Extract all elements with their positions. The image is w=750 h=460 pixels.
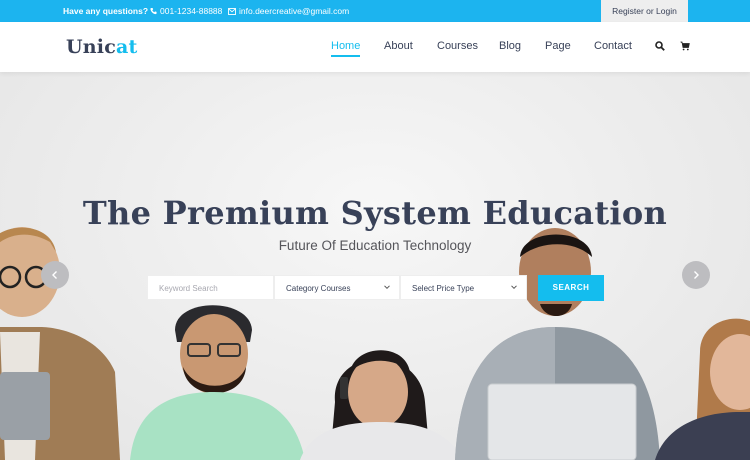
slider-prev-button[interactable]	[41, 261, 69, 289]
category-select-value: Category Courses	[286, 284, 351, 293]
search-icon[interactable]	[655, 40, 665, 52]
chevron-left-icon	[52, 271, 57, 279]
student-3	[300, 350, 462, 460]
nav-blog[interactable]: Blog	[499, 40, 521, 52]
student-4	[455, 228, 660, 460]
price-type-select-value: Select Price Type	[412, 284, 475, 293]
hero-students-image	[0, 227, 750, 460]
register-login-button[interactable]: Register or Login	[601, 0, 688, 22]
topbar-question: Have any questions?	[63, 6, 149, 16]
site-logo[interactable]: Unicat	[66, 36, 137, 58]
topbar-email[interactable]: info.deercreative@gmail.com	[228, 6, 349, 16]
logo-main-text: Unic	[66, 36, 116, 58]
chevron-down-icon	[384, 285, 390, 290]
top-bar: Have any questions? 001-1234-88888 info.…	[0, 0, 750, 22]
price-type-select[interactable]: Select Price Type	[400, 275, 527, 300]
phone-icon	[150, 7, 157, 15]
logo-accent-text: at	[115, 36, 138, 58]
student-5	[655, 318, 750, 460]
topbar-phone-text: 001-1234-88888	[160, 6, 223, 16]
chevron-down-icon	[511, 285, 517, 290]
nav-courses[interactable]: Courses	[437, 40, 478, 52]
hero-slider: The Premium System Education Future Of E…	[0, 72, 750, 460]
student-2	[130, 305, 305, 460]
search-button[interactable]: SEARCH	[538, 275, 604, 301]
nav-page[interactable]: Page	[545, 40, 571, 52]
main-header: Unicat Home About Courses Blog Page Cont…	[0, 22, 750, 72]
mail-icon	[228, 8, 236, 15]
hero-subtitle: Future Of Education Technology	[278, 238, 472, 253]
topbar-phone[interactable]: 001-1234-88888	[150, 6, 222, 16]
slider-next-button[interactable]	[682, 261, 710, 289]
keyword-search-input[interactable]: Keyword Search	[147, 275, 274, 300]
nav-about[interactable]: About	[384, 40, 413, 52]
topbar-email-text: info.deercreative@gmail.com	[239, 6, 350, 16]
category-select[interactable]: Category Courses	[274, 275, 400, 300]
hero-title: The Premium System Education	[82, 194, 668, 232]
cart-icon[interactable]	[680, 40, 690, 52]
nav-contact[interactable]: Contact	[594, 40, 632, 52]
chevron-right-icon	[694, 271, 699, 279]
nav-home[interactable]: Home	[331, 40, 361, 57]
keyword-search-placeholder: Keyword Search	[159, 284, 218, 293]
